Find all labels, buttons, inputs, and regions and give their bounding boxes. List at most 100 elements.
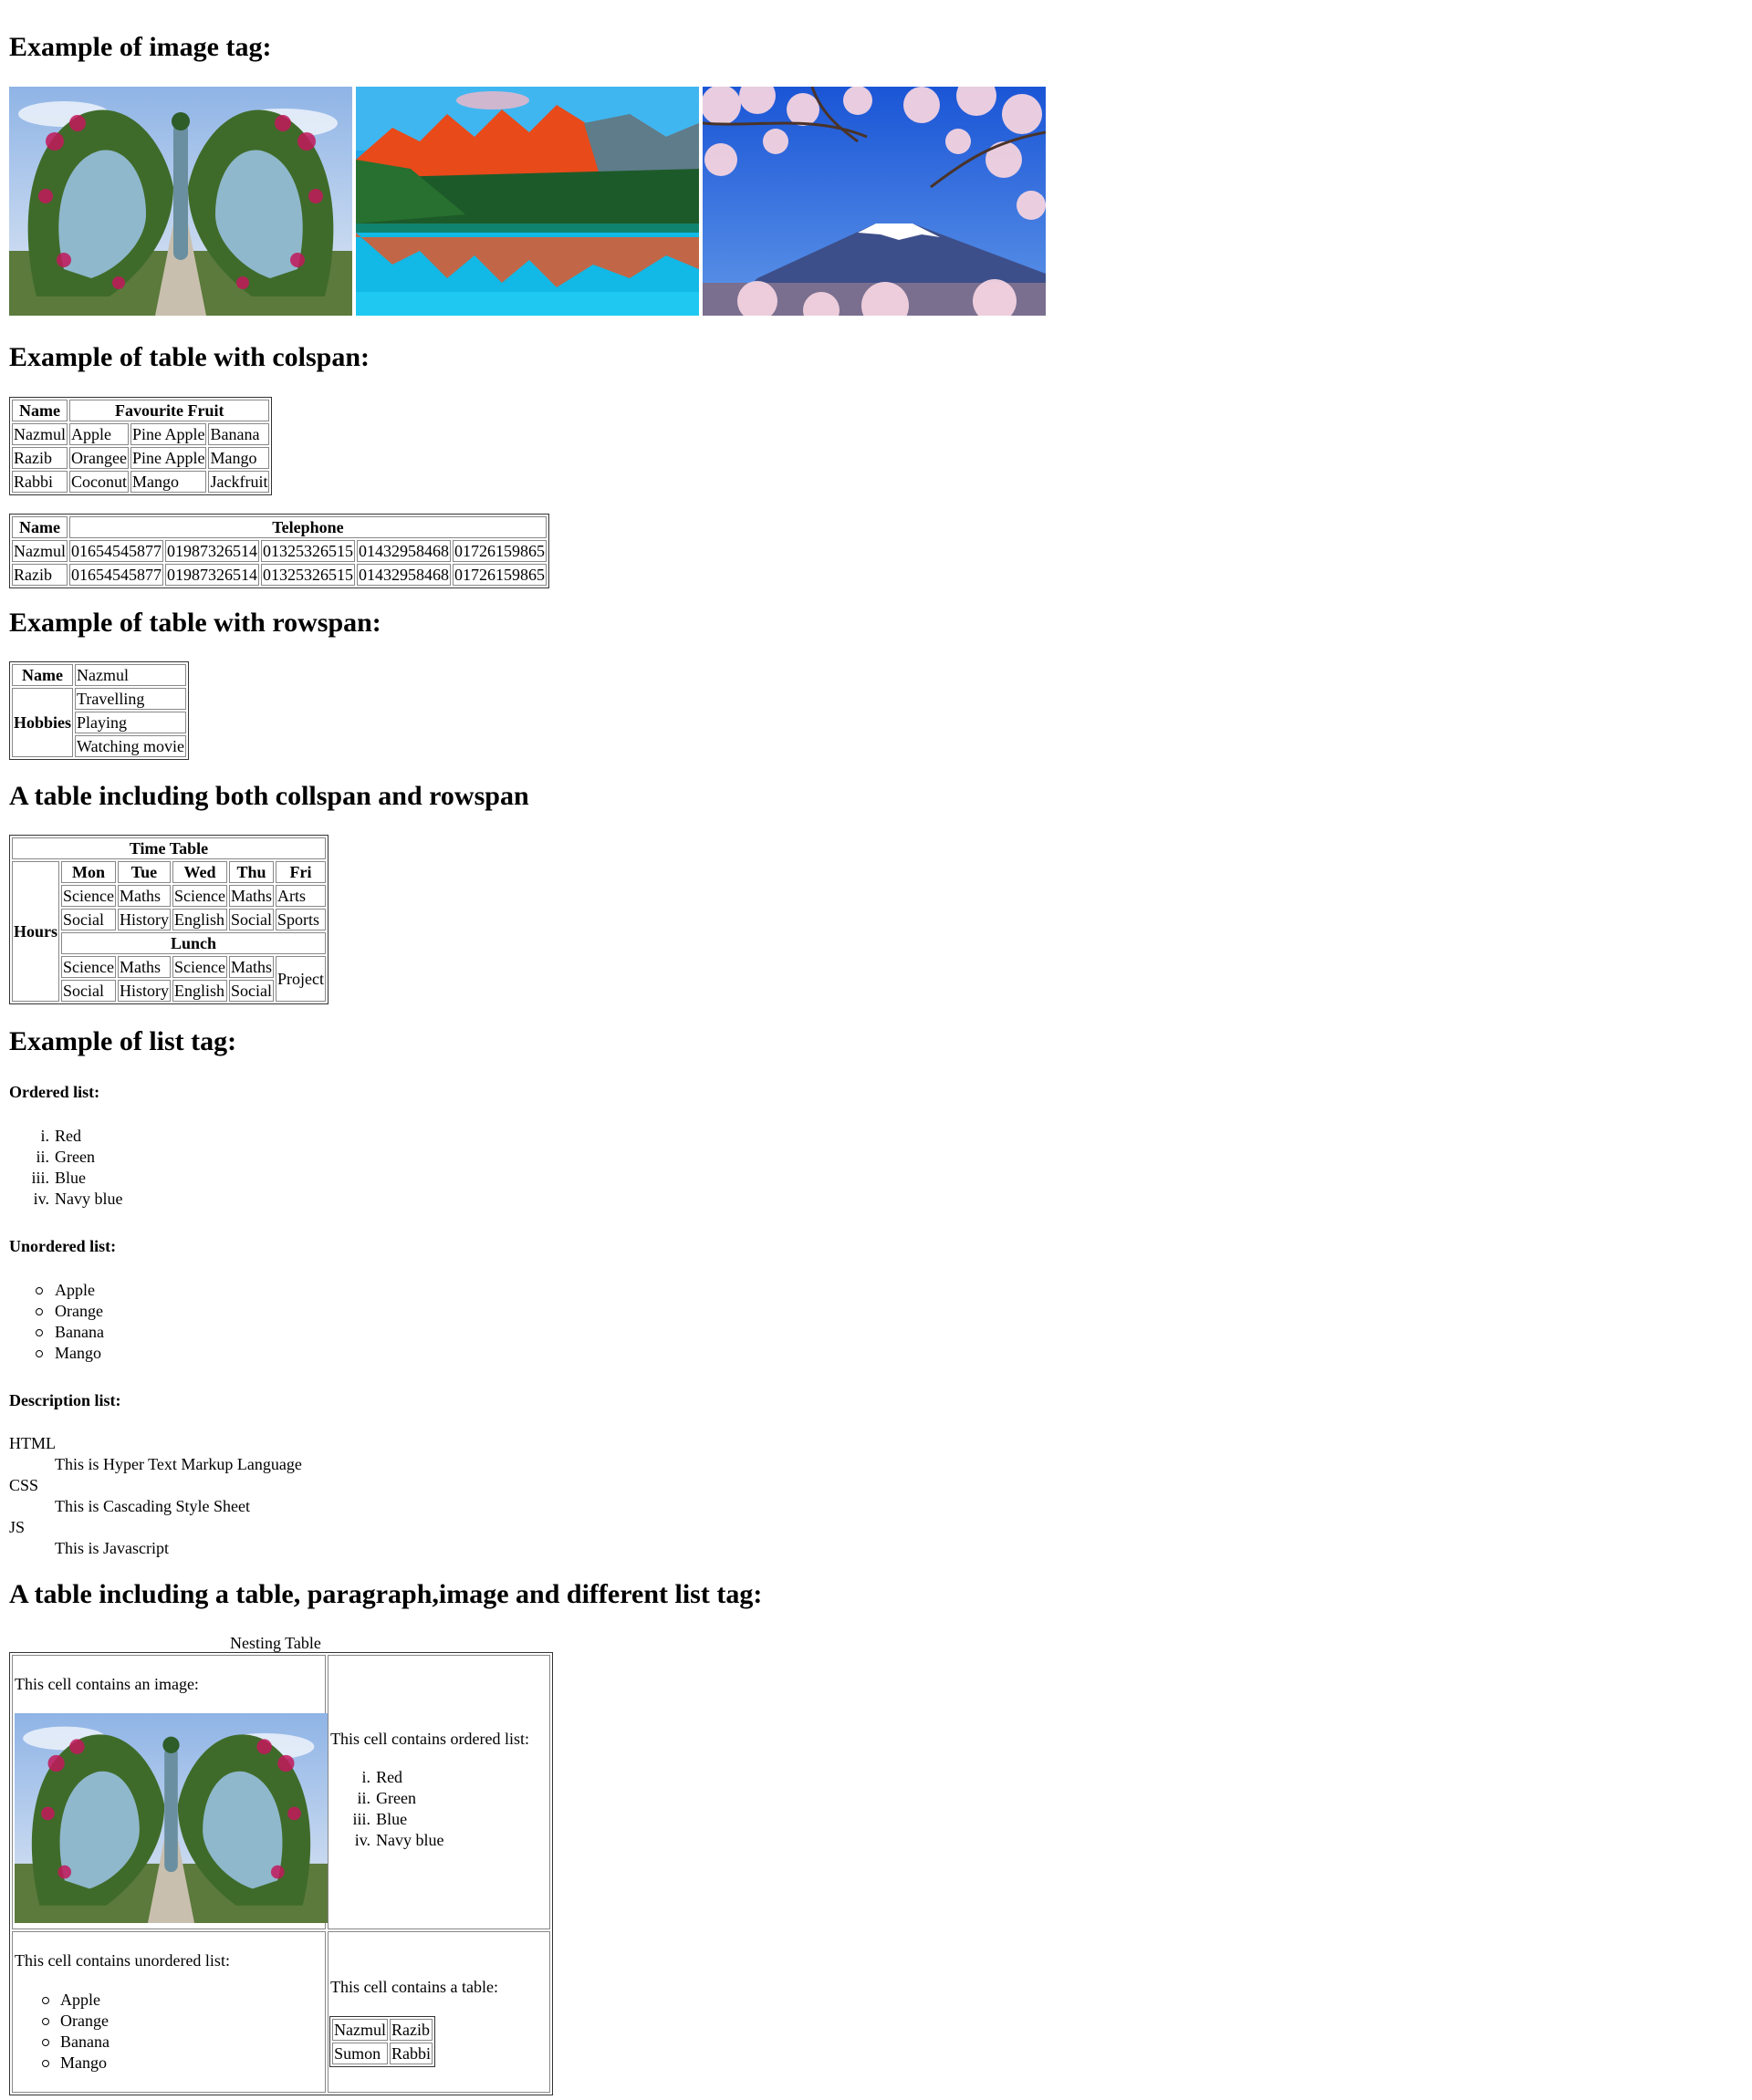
bullet-circle-icon — [42, 2018, 49, 2025]
nesting-table: This cell contains an image: This cell c… — [9, 1652, 553, 2095]
list-item: Banana — [42, 2032, 110, 2053]
list-item: Mango — [42, 2053, 110, 2074]
description-list-title: Description list: — [9, 1391, 121, 1409]
time-table-title: Time Table — [12, 837, 326, 859]
list-item: Banana — [36, 1322, 104, 1343]
ordered-list-cell: This cell contains ordered list: i. Red i… — [328, 1655, 550, 1929]
phone-header-name: Name — [12, 516, 68, 538]
time-table-project: Project — [275, 956, 326, 1002]
table-cell: 01726159865 — [452, 540, 547, 562]
list-item-text: Apple — [60, 1991, 100, 2009]
nested-unordered-list: Apple Orange Banana Mango — [42, 1990, 110, 2074]
list-item-text: Orange — [55, 1302, 103, 1320]
table-cell-with-table: This cell contains a table: Nazmul Razib… — [328, 1931, 550, 2093]
bullet-circle-icon — [36, 1350, 43, 1357]
table-cell-text: This cell contains a table: — [330, 1978, 498, 1996]
table-cell: 01432958468 — [356, 564, 451, 586]
table-cell: 01987326514 — [164, 564, 259, 586]
bullet-circle-icon — [36, 1329, 43, 1336]
butterfly-garden-photo — [15, 1713, 328, 1923]
ordered-list: i. Red ii. Green iii. Blue iv. Navy blue — [31, 1126, 123, 1210]
image-cell-text: This cell contains an image: — [15, 1675, 199, 1693]
inner-table: Nazmul Razib Sumon Rabbi — [329, 2016, 436, 2067]
table-cell: Maths — [228, 885, 274, 907]
page: Example of image tag: Example of table w… — [0, 0, 1752, 2100]
list-item: iv. Navy blue — [34, 1189, 123, 1210]
bullet-circle-icon — [42, 2060, 49, 2067]
description-list: HTML This is Hyper Text Markup Language … — [9, 1433, 302, 1559]
table-cell: Sports — [275, 909, 326, 930]
list-marker: i. — [361, 1768, 371, 1786]
table-cell: Social — [228, 909, 274, 930]
unordered-cell-text: This cell contains unordered list: — [15, 1951, 230, 1970]
unordered-list-title: Unordered list: — [9, 1237, 117, 1255]
list-item: Apple — [36, 1280, 104, 1301]
table-row: Time Table — [12, 837, 326, 859]
bullet-circle-icon — [42, 1997, 49, 2004]
table-row: Name Nazmul — [12, 664, 187, 686]
table-cell: Rabbi — [390, 2043, 433, 2064]
list-marker: iv. — [354, 1831, 371, 1849]
table-row: This cell contains unordered list: Apple… — [12, 1931, 550, 2093]
heading-both-spans: A table including both collspan and rows… — [9, 781, 529, 811]
table-cell: Mango — [130, 471, 207, 493]
table-cell: English — [172, 909, 227, 930]
table-cell: 01726159865 — [452, 564, 547, 586]
table-cell: Nazmul — [12, 423, 68, 445]
heading-colspan: Example of table with colspan: — [9, 342, 370, 372]
table-cell: 01432958468 — [356, 540, 451, 562]
table-cell: Sumon — [332, 2043, 389, 2064]
table-cell: Razib — [12, 564, 68, 586]
day-header: Thu — [228, 861, 274, 883]
list-item-text: Orange — [60, 2012, 109, 2030]
description-detail: This is Javascript — [55, 1539, 169, 1557]
table-cell: Watching movie — [75, 735, 187, 757]
list-item: i. Red — [362, 1767, 443, 1788]
fruit-header-favourite: Favourite Fruit — [68, 400, 270, 421]
table-cell: Rabbi — [12, 471, 68, 493]
list-item: iv. Navy blue — [355, 1830, 444, 1851]
table-cell: History — [117, 980, 171, 1002]
table-cell: Maths — [117, 956, 171, 978]
list-marker: iii. — [31, 1169, 49, 1187]
list-item: iii. Blue — [31, 1168, 122, 1189]
list-item-text: Red — [55, 1127, 81, 1145]
table-row: Nazmul 01654545877 01987326514 013253265… — [12, 540, 547, 562]
table-cell: Mango — [208, 447, 270, 469]
table-cell: Science — [172, 956, 227, 978]
list-item: ii. Green — [358, 1788, 443, 1809]
table-cell: Social — [61, 980, 116, 1002]
table-cell: Science — [61, 956, 116, 978]
time-table: Time Table Hours Mon Tue Wed Thu Fri Sci… — [9, 835, 328, 1004]
cherry-blossom-fuji-photo — [703, 87, 1046, 316]
table-cell: Nazmul — [12, 540, 68, 562]
list-item-text: Navy blue — [55, 1190, 123, 1208]
list-item-text: Red — [376, 1768, 403, 1786]
list-item: ii. Green — [36, 1147, 122, 1168]
table-cell: 01987326514 — [164, 540, 259, 562]
table-cell: Razib — [390, 2019, 433, 2041]
table-row: Sumon Rabbi — [332, 2043, 433, 2064]
table-cell: Nazmul — [332, 2019, 389, 2041]
heading-list-tag: Example of list tag: — [9, 1026, 237, 1056]
list-marker: i. — [40, 1127, 49, 1145]
ordered-list-title: Ordered list: — [9, 1083, 100, 1101]
time-table-lunch: Lunch — [61, 932, 326, 954]
table-row: Hobbies Travelling — [12, 688, 187, 757]
list-item-text: Mango — [60, 2053, 107, 2072]
fruit-header-name: Name — [12, 400, 68, 421]
list-marker: ii. — [357, 1789, 371, 1807]
table-cell: Science — [172, 885, 227, 907]
table-cell: Banana — [208, 423, 270, 445]
list-item: Mango — [36, 1343, 104, 1364]
list-marker: iv. — [33, 1190, 49, 1208]
table-cell: Arts — [275, 885, 326, 907]
fruit-table: Name Favourite Fruit Nazmul Apple Pine A… — [9, 397, 273, 495]
table-cell: Playing — [75, 712, 187, 733]
bullet-circle-icon — [36, 1308, 43, 1315]
unordered-list-cell: This cell contains unordered list: Apple… — [12, 1931, 327, 2093]
table-row: Razib 01654545877 01987326514 0132532651… — [12, 564, 547, 586]
description-detail: This is Cascading Style Sheet — [55, 1497, 250, 1515]
description-term: HTML — [9, 1434, 56, 1452]
table-row: This cell contains an image: This cell c… — [12, 1655, 550, 1929]
